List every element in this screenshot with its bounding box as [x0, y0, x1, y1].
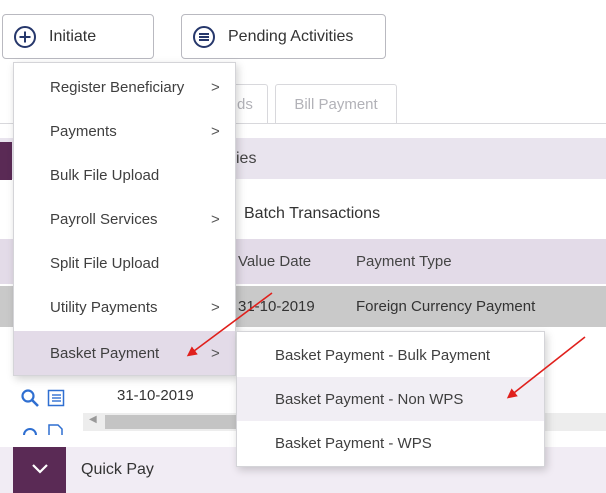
arrow-to-non-wps	[506, 336, 586, 399]
arrow-to-basket-payment	[186, 292, 273, 357]
annotation-arrows	[186, 292, 586, 399]
